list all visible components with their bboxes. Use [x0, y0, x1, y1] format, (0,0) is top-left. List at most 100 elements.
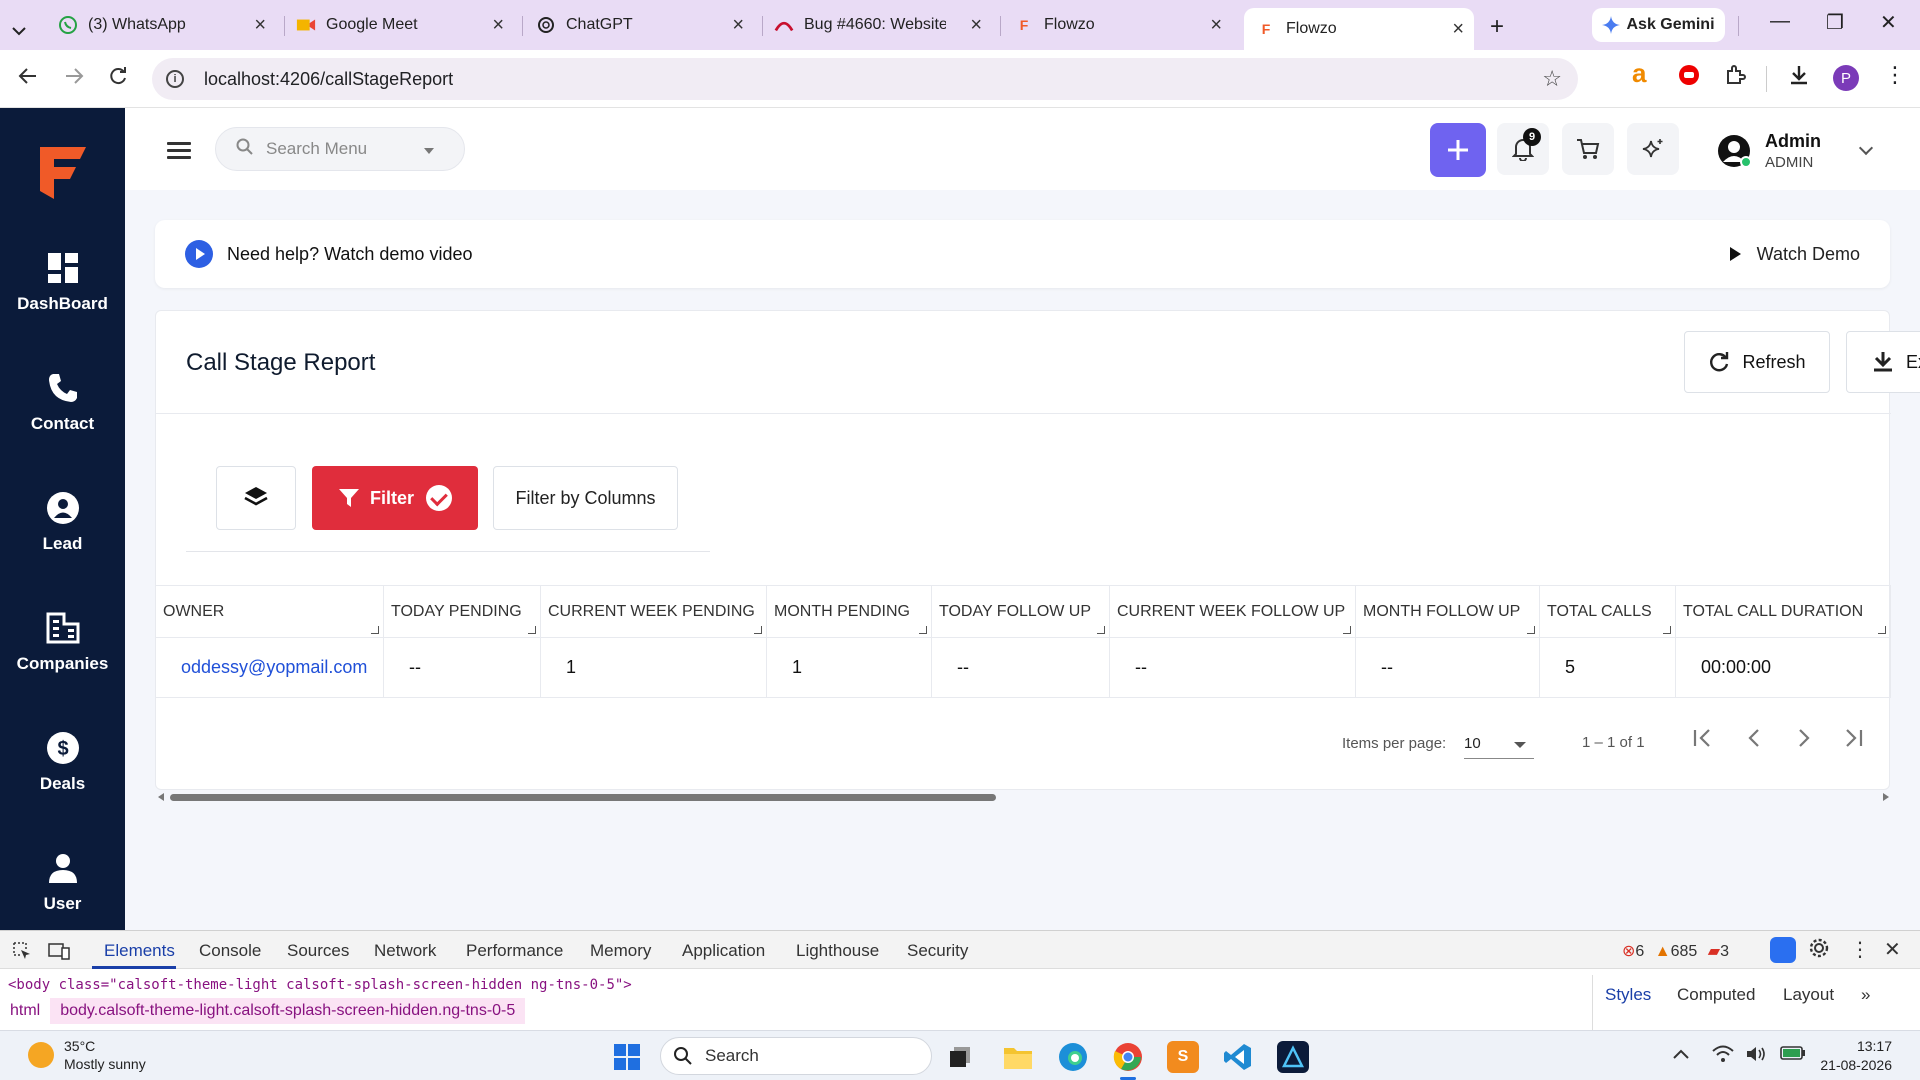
breadcrumb-html[interactable]: html: [0, 998, 50, 1024]
volume-icon[interactable]: [1746, 1045, 1768, 1068]
column-header-owner[interactable]: OWNER: [156, 586, 384, 637]
notifications-button[interactable]: 9: [1497, 123, 1549, 175]
close-tab-icon[interactable]: ×: [1452, 18, 1464, 41]
close-tab-icon[interactable]: ×: [254, 14, 266, 37]
ai-sparkle-button[interactable]: [1627, 123, 1679, 175]
sublime-text-icon[interactable]: S: [1167, 1041, 1199, 1073]
profile-avatar[interactable]: P: [1833, 65, 1859, 91]
downloads-icon[interactable]: [1788, 64, 1810, 92]
resize-handle-icon[interactable]: [1343, 626, 1351, 634]
resize-handle-icon[interactable]: [919, 626, 927, 634]
sidebar-item-user[interactable]: User: [0, 848, 125, 914]
site-info-icon[interactable]: i: [166, 70, 184, 88]
devtools-issue-counts[interactable]: ⊗6 ▲685 ▰3: [1622, 941, 1729, 961]
sidebar-item-companies[interactable]: Companies: [0, 608, 125, 674]
column-header-current-week-follow-up[interactable]: CURRENT WEEK FOLLOW UP: [1110, 586, 1356, 637]
chevron-down-icon[interactable]: [1858, 140, 1874, 156]
devtools-tab-memory[interactable]: Memory: [590, 941, 651, 961]
ask-gemini-button[interactable]: Ask Gemini: [1592, 8, 1725, 42]
forward-icon[interactable]: [64, 66, 84, 92]
resize-handle-icon[interactable]: [1527, 626, 1535, 634]
reload-icon[interactable]: [108, 66, 128, 92]
taskbar-search[interactable]: Search: [660, 1037, 932, 1075]
sidebar-item-deals[interactable]: $ Deals: [0, 728, 125, 794]
owner-email-link[interactable]: oddessy@yopmail.com: [156, 638, 384, 697]
devtools-tab-security[interactable]: Security: [907, 941, 968, 961]
tab-chatgpt[interactable]: ChatGPT ×: [536, 8, 754, 42]
resize-handle-icon[interactable]: [371, 626, 379, 634]
resize-handle-icon[interactable]: [1097, 626, 1105, 634]
resize-handle-icon[interactable]: [528, 626, 536, 634]
tab-flowzo-active[interactable]: F Flowzo ×: [1244, 8, 1474, 50]
system-clock[interactable]: 13:17 21-08-2026: [1820, 1037, 1892, 1075]
close-tab-icon[interactable]: ×: [492, 14, 504, 37]
chrome-browser-icon[interactable]: [1112, 1041, 1144, 1073]
ai-assistance-icon[interactable]: [1770, 937, 1796, 963]
scrollbar-thumb[interactable]: [170, 794, 996, 801]
dom-tree-line[interactable]: <body class="calsoft-theme-light calsoft…: [8, 977, 632, 993]
wifi-icon[interactable]: [1712, 1045, 1734, 1068]
column-header-month-pending[interactable]: MONTH PENDING: [767, 586, 932, 637]
extensions-puzzle-icon[interactable]: [1724, 64, 1746, 92]
devtools-tab-lighthouse[interactable]: Lighthouse: [796, 941, 879, 961]
vscode-icon[interactable]: [1222, 1041, 1254, 1073]
device-toolbar-icon[interactable]: [48, 941, 70, 966]
next-page-icon[interactable]: [1792, 727, 1814, 756]
search-menu-input[interactable]: Search Menu: [215, 127, 465, 171]
minimize-icon[interactable]: —: [1770, 10, 1790, 33]
devtools-tab-network[interactable]: Network: [374, 941, 436, 961]
resize-handle-icon[interactable]: [754, 626, 762, 634]
tab-flowzo[interactable]: F Flowzo ×: [1014, 8, 1232, 42]
chevron-up-icon[interactable]: [1672, 1045, 1690, 1065]
new-tab-button[interactable]: +: [1490, 10, 1504, 44]
settings-gear-icon[interactable]: [1808, 937, 1830, 964]
close-devtools-icon[interactable]: ✕: [1884, 937, 1901, 962]
column-header-total-calls[interactable]: TOTAL CALLS: [1540, 586, 1676, 637]
devtools-menu-icon[interactable]: ⋮: [1850, 937, 1870, 962]
refresh-button[interactable]: Refresh: [1684, 331, 1830, 393]
first-page-icon[interactable]: [1692, 727, 1714, 756]
column-header-total-call-duration[interactable]: TOTAL CALL DURATION: [1676, 586, 1891, 637]
resize-handle-icon[interactable]: [1878, 626, 1886, 634]
hamburger-menu-icon[interactable]: [167, 142, 191, 160]
previous-page-icon[interactable]: [1744, 727, 1766, 756]
devtools-tab-performance[interactable]: Performance: [466, 941, 563, 961]
sidebar-item-contact[interactable]: Contact: [0, 368, 125, 434]
scroll-right-icon[interactable]: [1883, 793, 1889, 801]
side-tab-styles[interactable]: Styles: [1605, 985, 1651, 1005]
tab-bug-report[interactable]: Bug #4660: Website:C ×: [774, 8, 992, 42]
tab-search-dropdown[interactable]: [12, 14, 38, 48]
devtools-tab-elements[interactable]: Elements: [104, 941, 175, 961]
sidebar-item-dashboard[interactable]: DashBoard: [0, 248, 125, 314]
column-header-today-follow-up[interactable]: TODAY FOLLOW UP: [932, 586, 1110, 637]
task-view-icon[interactable]: [944, 1041, 976, 1073]
column-header-today-pending[interactable]: TODAY PENDING: [384, 586, 541, 637]
app-launcher-icon[interactable]: [1277, 1041, 1309, 1073]
filter-button[interactable]: Filter: [312, 466, 478, 530]
column-layers-button[interactable]: [216, 466, 296, 530]
address-bar[interactable]: i localhost:4206/callStageReport ☆: [152, 58, 1578, 100]
play-circle-icon[interactable]: [185, 240, 213, 268]
tab-whatsapp[interactable]: (3) WhatsApp ×: [58, 8, 276, 42]
amazon-extension-icon[interactable]: a: [1632, 58, 1646, 89]
inspect-element-icon[interactable]: [12, 941, 32, 966]
cart-button[interactable]: [1562, 123, 1614, 175]
user-menu[interactable]: Admin ADMIN: [1717, 126, 1874, 176]
devtools-tab-sources[interactable]: Sources: [287, 941, 349, 961]
windows-start-icon[interactable]: [611, 1041, 643, 1073]
more-tabs-icon[interactable]: »: [1861, 985, 1870, 1005]
browser-menu-icon[interactable]: ⋮: [1884, 62, 1906, 88]
bookmark-star-icon[interactable]: ☆: [1542, 66, 1562, 92]
tab-google-meet[interactable]: Google Meet ×: [296, 8, 514, 42]
last-page-icon[interactable]: [1842, 727, 1864, 756]
export-button[interactable]: Export: [1846, 331, 1920, 393]
side-tab-layout[interactable]: Layout: [1783, 985, 1834, 1005]
add-button[interactable]: [1430, 123, 1486, 177]
devtools-tab-console[interactable]: Console: [199, 941, 261, 961]
breadcrumb-body[interactable]: body.calsoft-theme-light.calsoft-splash-…: [50, 998, 526, 1024]
close-tab-icon[interactable]: ×: [1210, 14, 1222, 37]
close-window-icon[interactable]: ✕: [1880, 10, 1897, 35]
weather-widget[interactable]: 35°C Mostly sunny: [28, 1037, 146, 1073]
scroll-left-icon[interactable]: [158, 793, 164, 801]
sidebar-item-lead[interactable]: Lead: [0, 488, 125, 554]
